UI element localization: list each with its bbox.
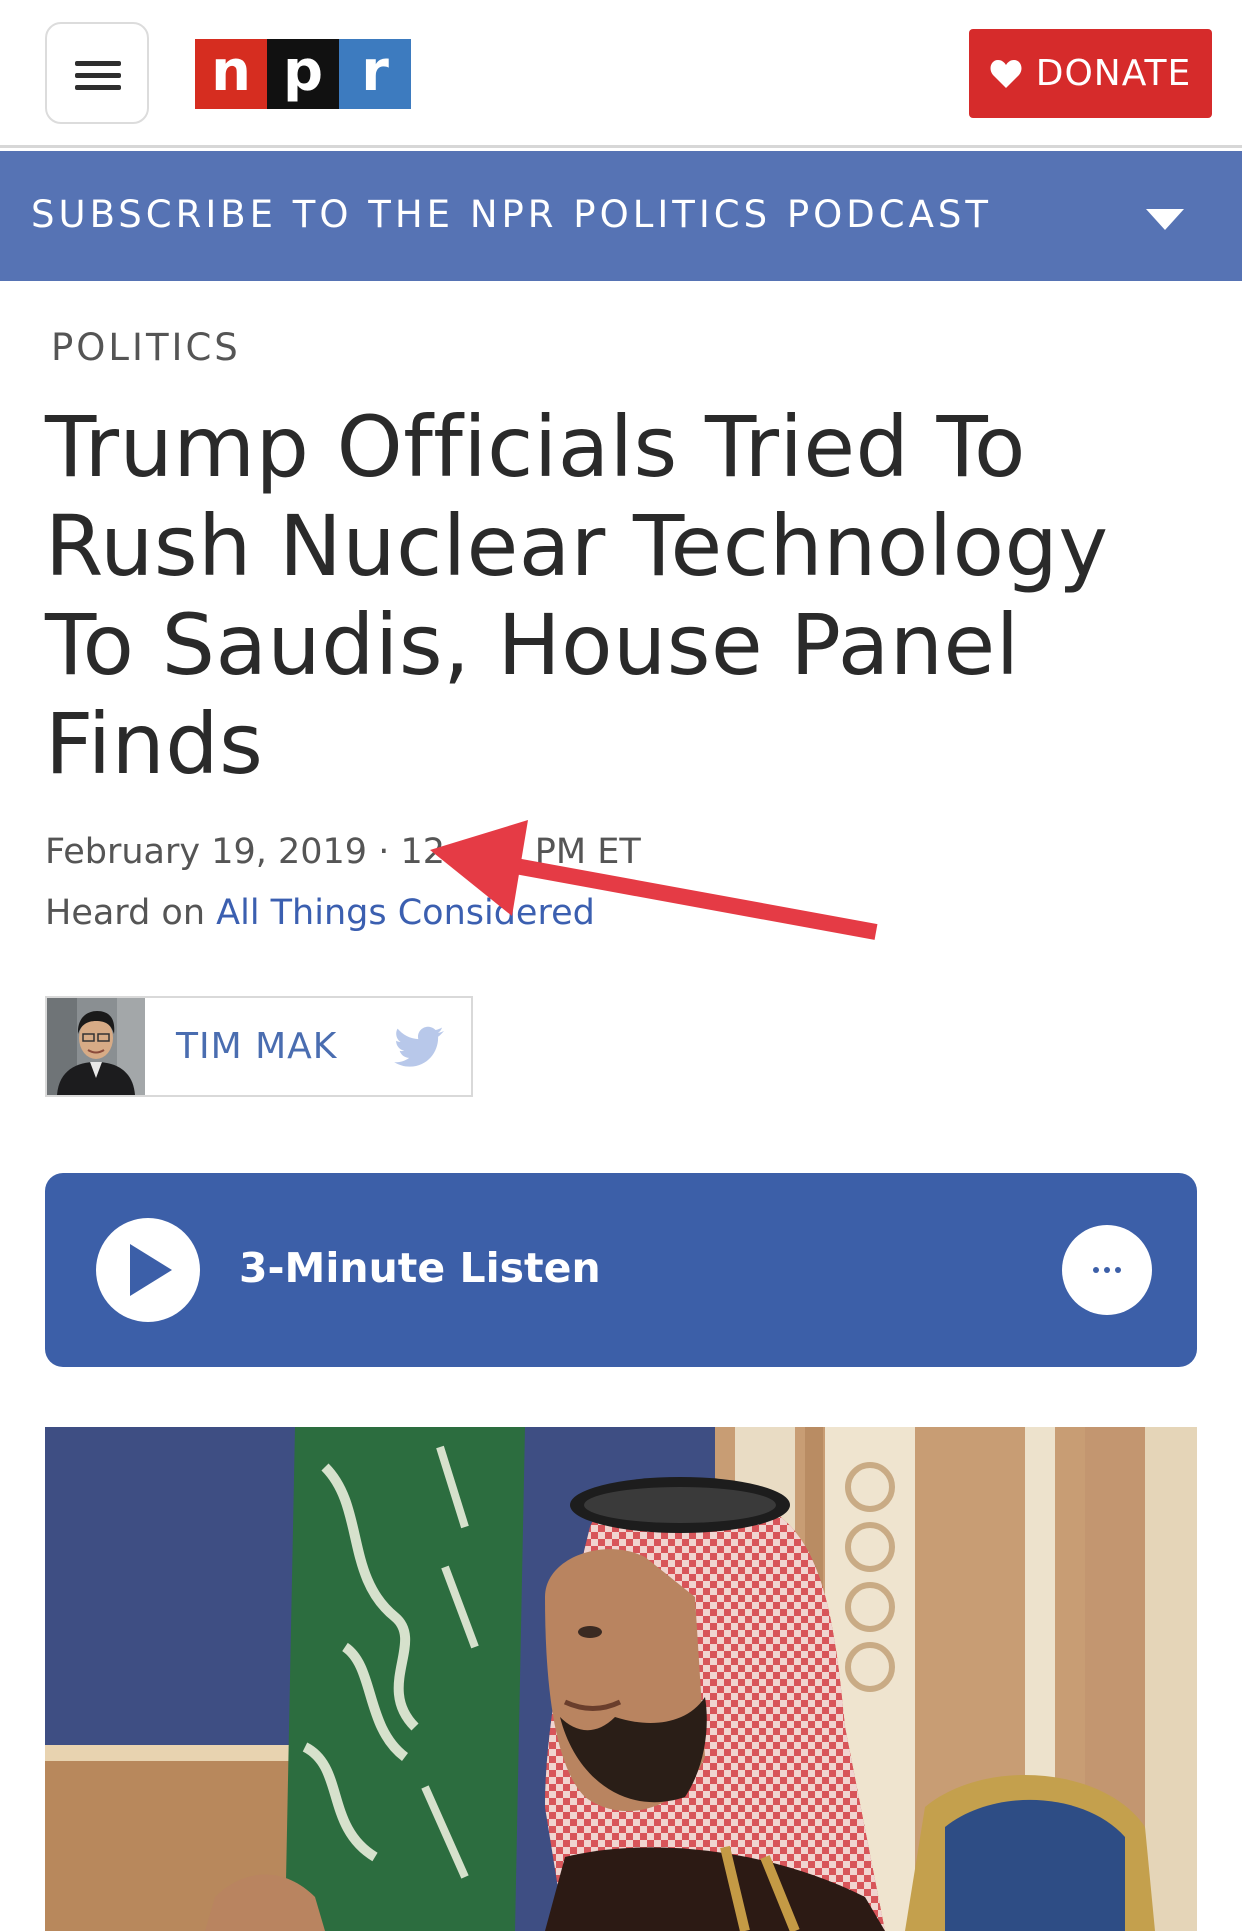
caret-down-icon xyxy=(1146,209,1184,230)
menu-icon xyxy=(75,61,121,66)
subscribe-podcast-bar[interactable]: SUBSCRIBE TO THE NPR POLITICS PODCAST xyxy=(0,151,1242,281)
play-button[interactable] xyxy=(96,1218,200,1322)
article-dateline: February 19, 2019 · 12: PM ET xyxy=(45,832,641,872)
more-options-dot xyxy=(1104,1267,1110,1273)
heart-icon xyxy=(990,59,1022,88)
section-label-politics[interactable]: POLITICS xyxy=(51,326,241,369)
subscribe-label: SUBSCRIBE TO THE NPR POLITICS PODCAST xyxy=(31,193,992,236)
menu-icon-bar xyxy=(75,85,121,90)
heard-on-line: Heard on All Things Considered xyxy=(45,893,595,933)
play-icon xyxy=(130,1244,172,1296)
hamburger-menu-button[interactable] xyxy=(45,22,149,124)
article-time-suffix: PM ET xyxy=(534,832,641,872)
show-link-all-things-considered[interactable]: All Things Considered xyxy=(216,893,595,933)
article-lead-photo[interactable] xyxy=(45,1427,1197,1931)
npr-logo[interactable]: n p r xyxy=(195,39,411,109)
heard-on-prefix: Heard on xyxy=(45,893,206,933)
twitter-icon[interactable] xyxy=(393,1026,445,1070)
more-options-dot xyxy=(1115,1267,1121,1273)
more-options-icon xyxy=(1093,1267,1099,1273)
author-byline[interactable]: TIM MAK xyxy=(45,996,473,1097)
menu-icon-bar xyxy=(75,73,121,78)
article-headline: Trump Officials Tried To Rush Nuclear Te… xyxy=(45,398,1109,793)
listen-duration-label[interactable]: 3-Minute Listen xyxy=(239,1244,601,1292)
author-name[interactable]: TIM MAK xyxy=(176,1026,337,1067)
article-date: February 19, 2019 · 12: xyxy=(45,832,457,872)
logo-letter-p: p xyxy=(267,39,339,109)
author-avatar xyxy=(47,998,145,1095)
donate-button[interactable]: DONATE xyxy=(969,29,1212,118)
donate-label: DONATE xyxy=(1035,53,1192,94)
audio-player-bar: 3-Minute Listen xyxy=(45,1173,1197,1367)
logo-letter-n: n xyxy=(195,39,267,109)
site-header: n p r DONATE xyxy=(0,0,1242,148)
more-options-button[interactable] xyxy=(1062,1225,1152,1315)
logo-letter-r: r xyxy=(339,39,411,109)
